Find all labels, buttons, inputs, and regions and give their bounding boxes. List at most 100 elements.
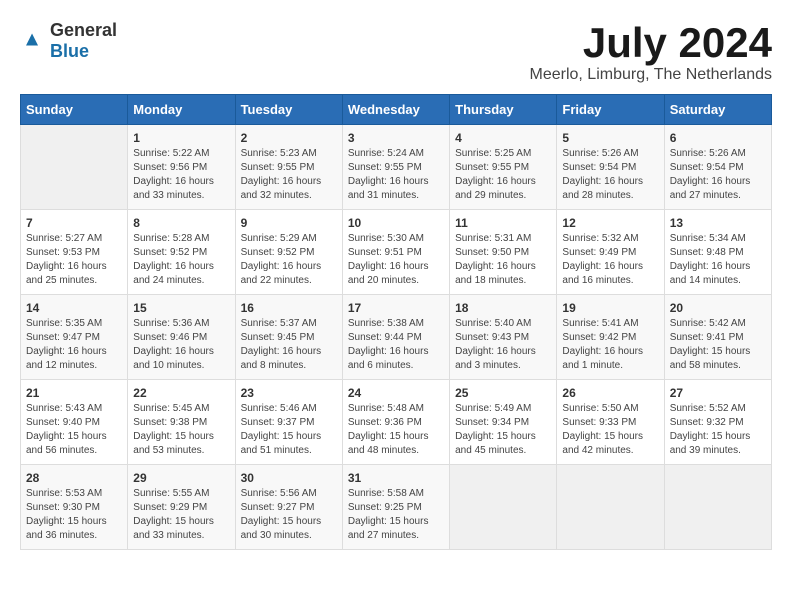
day-info: Sunrise: 5:36 AM Sunset: 9:46 PM Dayligh… [133,317,229,373]
day-number: 29 [133,471,229,485]
day-number: 5 [562,131,658,145]
day-info: Sunrise: 5:24 AM Sunset: 9:55 PM Dayligh… [348,147,444,203]
day-info: Sunrise: 5:32 AM Sunset: 9:49 PM Dayligh… [562,232,658,288]
calendar-cell: 15 Sunrise: 5:36 AM Sunset: 9:46 PM Dayli… [128,295,235,380]
calendar-cell: 24Sunrise: 5:48 AM Sunset: 9:36 PM Dayli… [342,380,449,465]
day-info: Sunrise: 5:31 AM Sunset: 9:50 PM Dayligh… [455,232,551,288]
day-info: Sunrise: 5:26 AM Sunset: 9:54 PM Dayligh… [670,147,766,203]
day-info: Sunrise: 5:37 AM Sunset: 9:45 PM Dayligh… [241,317,337,373]
title-area: July 2024 Meerlo, Limburg, The Netherlan… [530,20,773,84]
day-number: 26 [562,386,658,400]
calendar-cell: 30Sunrise: 5:56 AM Sunset: 9:27 PM Dayli… [235,465,342,550]
day-info: Sunrise: 5:42 AM Sunset: 9:41 PM Dayligh… [670,317,766,373]
calendar-cell: 8Sunrise: 5:28 AM Sunset: 9:52 PM Daylig… [128,210,235,295]
day-info: Sunrise: 5:35 AM Sunset: 9:47 PM Dayligh… [26,317,122,373]
calendar-cell: 14 Sunrise: 5:35 AM Sunset: 9:47 PM Dayli… [21,295,128,380]
day-info: Sunrise: 5:52 AM Sunset: 9:32 PM Dayligh… [670,402,766,458]
day-number: 3 [348,131,444,145]
day-info: Sunrise: 5:53 AM Sunset: 9:30 PM Dayligh… [26,487,122,543]
day-number: 7 [26,216,122,230]
calendar-cell: 26 Sunrise: 5:50 AM Sunset: 9:33 PM Dayli… [557,380,664,465]
calendar-cell: 23 Sunrise: 5:46 AM Sunset: 9:37 PM Dayli… [235,380,342,465]
day-number: 11 [455,216,551,230]
day-number: 16 [241,301,337,315]
calendar-body: 1 Sunrise: 5:22 AM Sunset: 9:56 PM Daylig… [21,125,772,550]
day-info: Sunrise: 5:43 AM Sunset: 9:40 PM Dayligh… [26,402,122,458]
calendar-cell: 21Sunrise: 5:43 AM Sunset: 9:40 PM Dayli… [21,380,128,465]
day-number: 23 [241,386,337,400]
day-number: 27 [670,386,766,400]
day-number: 1 [133,131,229,145]
header-day-sunday: Sunday [21,95,128,125]
week-row-5: 28 Sunrise: 5:53 AM Sunset: 9:30 PM Dayli… [21,465,772,550]
day-number: 15 [133,301,229,315]
day-info: Sunrise: 5:23 AM Sunset: 9:55 PM Dayligh… [241,147,337,203]
day-number: 14 [26,301,122,315]
day-number: 18 [455,301,551,315]
calendar-cell [557,465,664,550]
day-info: Sunrise: 5:34 AM Sunset: 9:48 PM Dayligh… [670,232,766,288]
subtitle: Meerlo, Limburg, The Netherlands [530,66,773,84]
logo-text-general: General [50,20,117,40]
calendar-cell [450,465,557,550]
calendar-cell: 6 Sunrise: 5:26 AM Sunset: 9:54 PM Daylig… [664,125,771,210]
calendar-cell: 25Sunrise: 5:49 AM Sunset: 9:34 PM Dayli… [450,380,557,465]
day-info: Sunrise: 5:49 AM Sunset: 9:34 PM Dayligh… [455,402,551,458]
calendar-cell: 19 Sunrise: 5:41 AM Sunset: 9:42 PM Dayli… [557,295,664,380]
header-day-tuesday: Tuesday [235,95,342,125]
day-number: 6 [670,131,766,145]
week-row-1: 1 Sunrise: 5:22 AM Sunset: 9:56 PM Daylig… [21,125,772,210]
day-number: 13 [670,216,766,230]
day-info: Sunrise: 5:22 AM Sunset: 9:56 PM Dayligh… [133,147,229,203]
calendar-cell [664,465,771,550]
logo-text-blue: Blue [50,41,89,61]
day-info: Sunrise: 5:27 AM Sunset: 9:53 PM Dayligh… [26,232,122,288]
calendar-cell: 7 Sunrise: 5:27 AM Sunset: 9:53 PM Daylig… [21,210,128,295]
week-row-2: 7 Sunrise: 5:27 AM Sunset: 9:53 PM Daylig… [21,210,772,295]
header-row: SundayMondayTuesdayWednesdayThursdayFrid… [21,95,772,125]
calendar-cell: 27 Sunrise: 5:52 AM Sunset: 9:32 PM Dayli… [664,380,771,465]
day-number: 28 [26,471,122,485]
day-number: 12 [562,216,658,230]
logo-icon: ▲ [20,27,48,55]
day-info: Sunrise: 5:38 AM Sunset: 9:44 PM Dayligh… [348,317,444,373]
day-number: 19 [562,301,658,315]
week-row-3: 14 Sunrise: 5:35 AM Sunset: 9:47 PM Dayli… [21,295,772,380]
calendar-cell: 1 Sunrise: 5:22 AM Sunset: 9:56 PM Daylig… [128,125,235,210]
calendar-cell: 11 Sunrise: 5:31 AM Sunset: 9:50 PM Dayli… [450,210,557,295]
calendar-cell: 31Sunrise: 5:58 AM Sunset: 9:25 PM Dayli… [342,465,449,550]
day-number: 2 [241,131,337,145]
header-day-wednesday: Wednesday [342,95,449,125]
day-info: Sunrise: 5:56 AM Sunset: 9:27 PM Dayligh… [241,487,337,543]
main-title: July 2024 [530,20,773,66]
day-info: Sunrise: 5:48 AM Sunset: 9:36 PM Dayligh… [348,402,444,458]
calendar-cell: 18 Sunrise: 5:40 AM Sunset: 9:43 PM Dayli… [450,295,557,380]
day-number: 20 [670,301,766,315]
calendar-cell: 13 Sunrise: 5:34 AM Sunset: 9:48 PM Dayli… [664,210,771,295]
header: ▲ General Blue July 2024 Meerlo, Limburg… [20,20,772,84]
calendar-cell: 20 Sunrise: 5:42 AM Sunset: 9:41 PM Dayli… [664,295,771,380]
day-info: Sunrise: 5:40 AM Sunset: 9:43 PM Dayligh… [455,317,551,373]
calendar-cell: 12 Sunrise: 5:32 AM Sunset: 9:49 PM Dayli… [557,210,664,295]
calendar-cell: 4Sunrise: 5:25 AM Sunset: 9:55 PM Daylig… [450,125,557,210]
calendar-cell: 29 Sunrise: 5:55 AM Sunset: 9:29 PM Dayli… [128,465,235,550]
day-number: 9 [241,216,337,230]
day-number: 8 [133,216,229,230]
calendar-table: SundayMondayTuesdayWednesdayThursdayFrid… [20,94,772,550]
day-number: 10 [348,216,444,230]
day-info: Sunrise: 5:55 AM Sunset: 9:29 PM Dayligh… [133,487,229,543]
day-info: Sunrise: 5:29 AM Sunset: 9:52 PM Dayligh… [241,232,337,288]
calendar-cell: 10Sunrise: 5:30 AM Sunset: 9:51 PM Dayli… [342,210,449,295]
calendar-cell: 22 Sunrise: 5:45 AM Sunset: 9:38 PM Dayli… [128,380,235,465]
calendar-cell: 28 Sunrise: 5:53 AM Sunset: 9:30 PM Dayli… [21,465,128,550]
calendar-cell: 5Sunrise: 5:26 AM Sunset: 9:54 PM Daylig… [557,125,664,210]
day-info: Sunrise: 5:41 AM Sunset: 9:42 PM Dayligh… [562,317,658,373]
calendar-cell: 9 Sunrise: 5:29 AM Sunset: 9:52 PM Daylig… [235,210,342,295]
day-number: 4 [455,131,551,145]
day-info: Sunrise: 5:50 AM Sunset: 9:33 PM Dayligh… [562,402,658,458]
day-info: Sunrise: 5:45 AM Sunset: 9:38 PM Dayligh… [133,402,229,458]
calendar-cell: 2 Sunrise: 5:23 AM Sunset: 9:55 PM Daylig… [235,125,342,210]
day-number: 22 [133,386,229,400]
header-day-monday: Monday [128,95,235,125]
day-info: Sunrise: 5:46 AM Sunset: 9:37 PM Dayligh… [241,402,337,458]
